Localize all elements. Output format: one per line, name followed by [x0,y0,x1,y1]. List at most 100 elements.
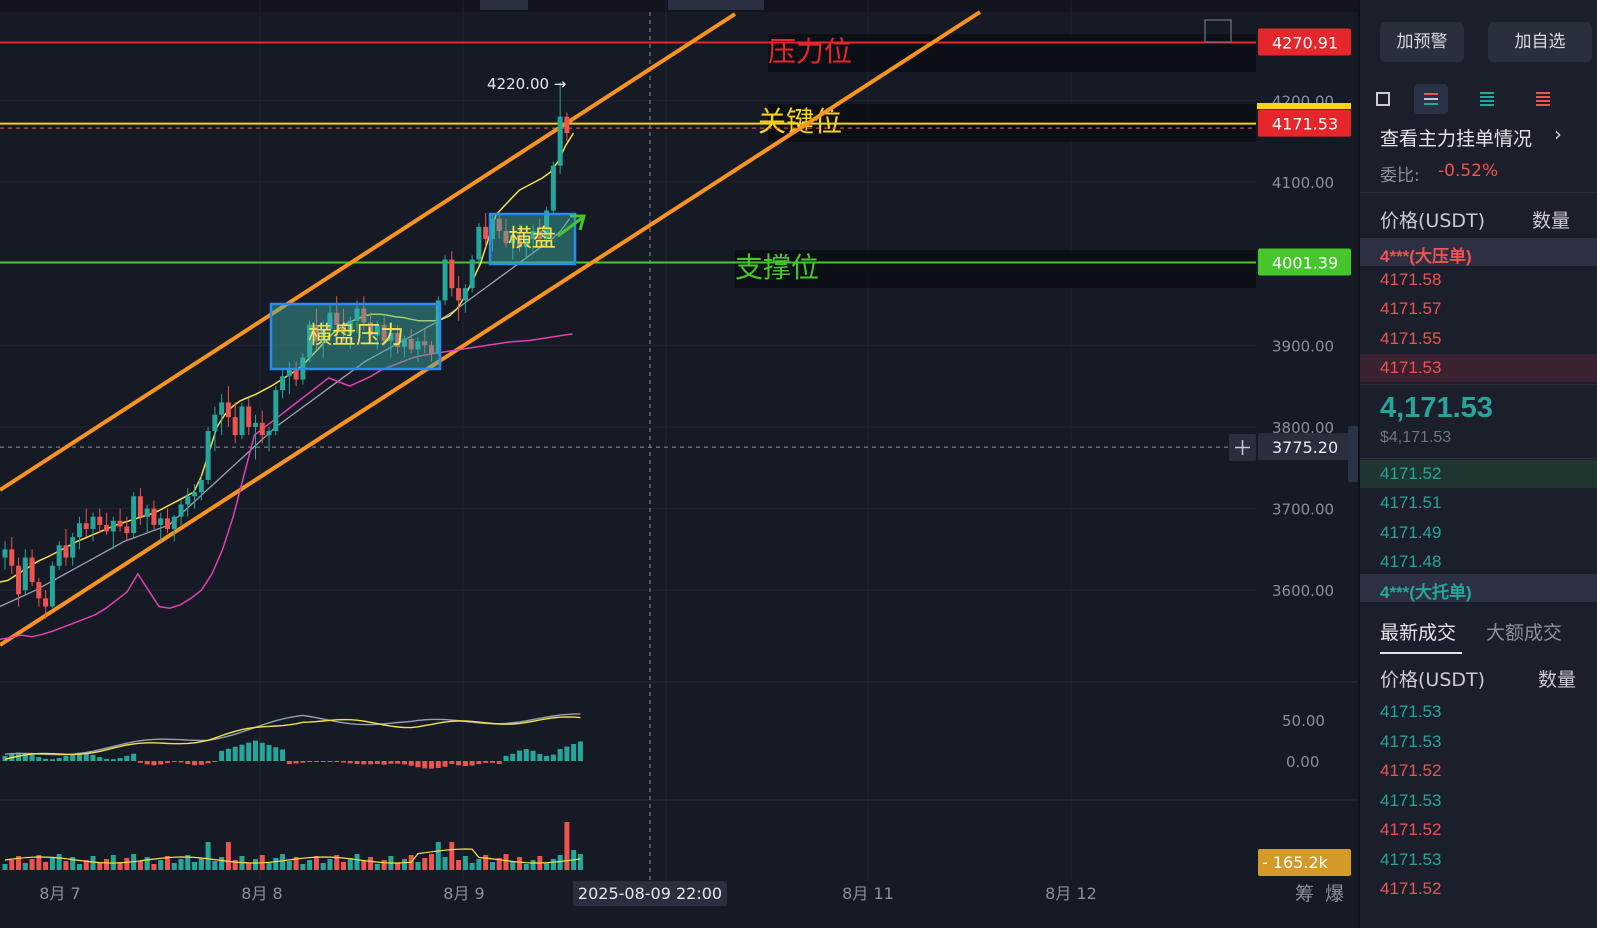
candle-body [252,422,258,427]
volume-bar [489,862,495,870]
orderbook-both-icon[interactable] [1368,84,1402,114]
volume-bar [225,842,231,870]
big-ask-row[interactable]: 4***(大压单) [1360,238,1597,266]
macd-bar [293,761,299,764]
candle-body [259,422,265,436]
volume-bar [577,854,583,870]
chevron-right-icon[interactable]: › [1554,122,1562,146]
candle-body [104,524,110,532]
macd-bar [49,759,55,761]
macd-bar [435,761,441,769]
trade-price: 4171.53 [1380,790,1442,810]
macd-bar [212,761,218,762]
orderbook-link[interactable]: 查看主力挂单情况 [1380,124,1532,151]
orderbook-bids-icon[interactable] [1470,84,1504,114]
x-tick-label: 8月 8 [241,884,282,903]
candle-body [110,520,116,532]
trade-price: 4171.53 [1380,702,1442,721]
chart-area[interactable]: 压力位 关键位 支撑位 横盘压力 横盘 4220.00 → 4200.00 4100.00 39… [0,0,1358,928]
volume-bar [341,862,346,870]
add-alert-button[interactable]: 加预警 [1380,22,1464,62]
y-tick-label: 3600.00 [1272,582,1334,600]
level-label: 支撑位 [735,251,819,284]
macd-bar [198,761,204,765]
macd-bar [577,741,583,761]
macd-bar [43,758,49,761]
candle-body [449,259,455,289]
volume-bar [462,856,468,870]
trade-row: 4171.52 [1360,874,1597,903]
candle-body [550,165,556,211]
macd-bar [178,761,184,763]
candlestick-chart[interactable]: 压力位关键位支撑位横盘压力横盘4220.00 →4200.004100.0039… [0,0,1358,928]
trade-price: 4171.52 [1380,820,1442,839]
volume-bar [137,861,143,870]
candle-body [205,431,211,480]
candle-body [124,526,130,534]
y-tick-label: 4100.00 [1272,174,1334,192]
tab-latest-trades[interactable]: 最新成交 [1380,618,1456,645]
candle-body [97,516,103,525]
candle-body [293,369,299,380]
volume-bar [300,864,306,870]
last-price: 4,171.53 [1380,392,1493,424]
volume-bar [550,859,556,870]
volume-bar [22,863,28,870]
macd-bar [259,742,265,761]
candle-body [442,259,448,301]
price-tag-label: 3775.20 [1272,438,1338,457]
macd-bar [530,750,536,761]
candle-body [564,116,570,134]
macd-bar [63,755,69,761]
macd-bar [144,761,150,765]
price-tag-label: 4171.53 [1272,115,1338,134]
macd-bar [388,761,394,764]
macd-bar [239,744,245,761]
volume-bar [76,864,82,870]
macd-bar [307,761,313,762]
big-bid-label: 4***(大托单) [1380,583,1472,602]
ask-row[interactable]: 4171.58 [1360,266,1597,294]
add-watchlist-button[interactable]: 加自选 [1488,22,1592,62]
macd-bar [476,761,482,765]
tab-large-trades[interactable]: 大额成交 [1486,618,1562,645]
volume-bar [347,858,353,870]
trades-qty-header: 数量 [1538,669,1577,691]
volume-tag-label: - 165.2k [1262,853,1329,872]
macd-bar [517,750,523,761]
candle-body [70,537,76,558]
candle-body [219,402,225,415]
macd-bar [422,761,428,769]
price-tag-label: 4270.91 [1272,33,1338,52]
bid-price: 4171.52 [1380,464,1442,483]
candle-body [212,414,218,432]
macd-bar [550,754,556,761]
macd-bar [429,761,435,769]
bid-row[interactable]: 4171.52 [1360,460,1597,488]
volume-bar [49,858,55,870]
ask-row[interactable]: 4171.55 [1360,325,1597,353]
macd-bar [449,761,455,764]
trade-price: 4171.53 [1380,731,1442,751]
ask-row[interactable]: 4171.57 [1360,295,1597,323]
candle-body [192,492,198,497]
volume-bar [564,822,570,870]
orderbook-split-icon[interactable] [1414,84,1448,114]
ask-row[interactable]: 4171.53 [1360,354,1597,382]
bid-row[interactable]: 4171.51 [1360,489,1597,517]
candle-body [178,504,184,517]
bid-row[interactable]: 4171.49 [1360,519,1597,547]
volume-bar [90,856,96,870]
orderbook-asks-icon[interactable] [1526,84,1560,114]
candle-body [286,369,292,377]
volume-bar [192,862,198,870]
volume-bar [429,854,435,870]
volume-bar [212,861,218,870]
big-bid-row[interactable]: 4***(大托单) [1360,574,1597,602]
trade-row: 4171.52 [1360,815,1597,844]
volume-bar [320,863,326,870]
bid-row[interactable]: 4171.48 [1360,548,1597,576]
candle-body [198,479,204,493]
ratio-value: -0.52% [1438,161,1499,181]
macd-bar [192,761,198,766]
